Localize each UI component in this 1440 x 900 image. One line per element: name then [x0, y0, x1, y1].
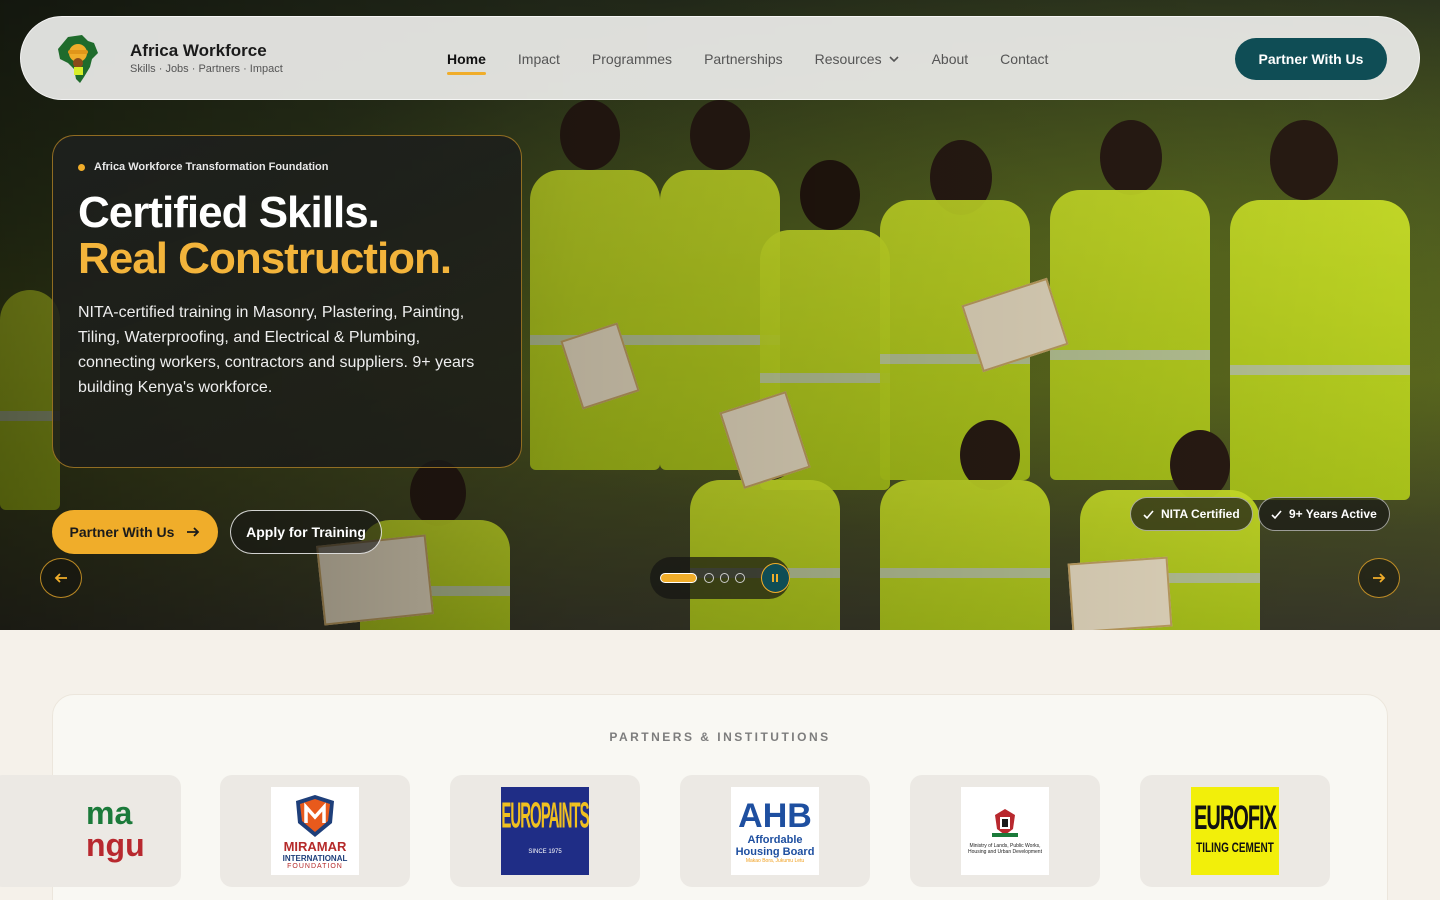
partner-logo-text: Housing Board [735, 846, 815, 858]
nav-item-resources[interactable]: Resources [815, 51, 900, 67]
coat-of-arms-icon [992, 809, 1018, 837]
partner-logo-tile[interactable]: Ministry of Lands, Public Works, Housing… [910, 775, 1100, 887]
pager-dot-1[interactable] [660, 573, 697, 583]
pager-dot-2[interactable] [703, 573, 714, 583]
nita-certified-badge: NITA Certified [1130, 497, 1253, 531]
arrow-left-icon [54, 573, 67, 583]
top-navigation: Africa Workforce Skills · Jobs · Partner… [20, 16, 1420, 100]
miramar-logo: MIRAMAR INTERNATIONAL FOUNDATION [271, 787, 359, 875]
shield-icon [296, 794, 334, 837]
partner-logo-text: FOUNDATION [287, 862, 343, 870]
ahb-logo: AHB Affordable Housing Board Makao Bora,… [731, 787, 819, 875]
arrow-right-icon [1373, 573, 1386, 583]
nav-item-about[interactable]: About [932, 51, 969, 67]
eyebrow-dot-icon [78, 163, 85, 171]
partner-logo-tile[interactable]: MIRAMAR INTERNATIONAL FOUNDATION [220, 775, 410, 887]
partner-logo-text: Makao Bora, Jukumu Letu [745, 858, 805, 864]
partner-logo-text: EUROFIX [1194, 799, 1277, 838]
nav-partner-button[interactable]: Partner With Us [1235, 38, 1387, 80]
chevron-down-icon [889, 56, 899, 63]
main-menu: Home Impact Programmes Partnerships Reso… [447, 17, 1080, 101]
europaints-logo: EUROPAINTS SINCE 1975 [501, 787, 590, 875]
carousel-prev-button[interactable] [40, 558, 82, 598]
africa-map-logo-icon[interactable] [54, 33, 104, 85]
pager-dot-3[interactable] [719, 573, 730, 583]
hero-description: NITA-certified training in Masonry, Plas… [78, 304, 475, 396]
apply-training-button[interactable]: Apply for Training [230, 510, 382, 554]
partner-logo-tile[interactable]: AHB Affordable Housing Board Makao Bora,… [680, 775, 870, 887]
partners-title: PARTNERS & INSTITUTIONS [609, 730, 831, 744]
brand-subtitle: Skills · Jobs · Partners · Impact [130, 63, 283, 75]
arrow-right-icon [187, 527, 200, 537]
pager-dot-4[interactable] [735, 573, 745, 583]
nav-item-programmes[interactable]: Programmes [592, 51, 672, 67]
partner-logo-tile[interactable]: EUROPAINTS SINCE 1975 [450, 775, 640, 887]
partner-logo-text: INTERNATIONAL [282, 853, 348, 863]
brand-title: Africa Workforce [130, 41, 267, 60]
partner-logo-tile[interactable]: ma ngu [0, 775, 181, 887]
hero-eyebrow: Africa Workforce Transformation Foundati… [78, 161, 329, 173]
nav-item-partnerships[interactable]: Partnerships [704, 51, 783, 67]
hero-card: Africa Workforce Transformation Foundati… [52, 135, 522, 468]
hero-partner-button[interactable]: Partner With Us [52, 510, 218, 554]
partner-logo-text: AHB [738, 797, 812, 835]
partner-logo-text: MIRAMAR [283, 838, 347, 854]
partner-logo-text: ngu [86, 827, 145, 863]
ministry-logo: Ministry of Lands, Public Works, Housing… [961, 787, 1049, 875]
check-icon [1143, 509, 1154, 519]
years-active-badge: 9+ Years Active [1258, 497, 1390, 531]
nav-item-home[interactable]: Home [447, 51, 486, 75]
partner-logo-text: SINCE 1975 [528, 848, 562, 855]
hero-headline-line2: Real Construction. [78, 234, 452, 283]
partner-logo-tile[interactable]: EUROFIX TILING CEMENT [1140, 775, 1330, 887]
nav-item-contact[interactable]: Contact [1000, 51, 1048, 67]
partners-section: PARTNERS & INSTITUTIONS ma ngu MIRAMAR I… [0, 694, 1388, 900]
partner-logo-text: ma [86, 795, 133, 831]
carousel-pager [650, 557, 791, 599]
brand[interactable]: Africa Workforce Skills · Jobs · Partner… [130, 41, 283, 75]
partner-logo-text: Affordable [747, 834, 803, 846]
partner-logo-text: Housing and Urban Development [968, 849, 1042, 855]
partner-logo-text: EUROPAINTS [501, 795, 589, 837]
nav-item-impact[interactable]: Impact [518, 51, 560, 67]
check-icon [1271, 509, 1282, 519]
partner-logo-text: TILING CEMENT [1196, 840, 1274, 857]
eurofix-logo: EUROFIX TILING CEMENT [1191, 787, 1279, 875]
pause-icon [772, 574, 779, 582]
pause-button[interactable] [760, 563, 791, 593]
carousel-next-button[interactable] [1358, 558, 1400, 598]
hero-headline-line1: Certified Skills. [78, 188, 380, 237]
